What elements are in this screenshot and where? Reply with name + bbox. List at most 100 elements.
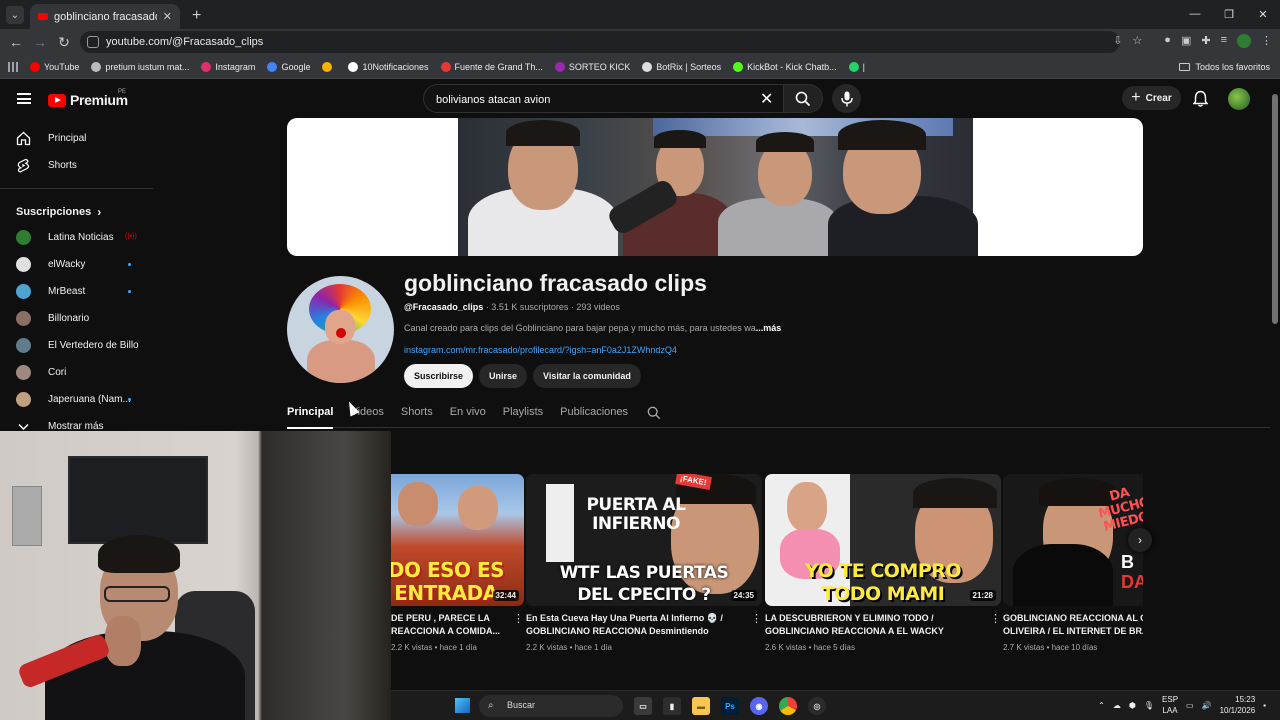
- tab-publicaciones[interactable]: Publicaciones: [560, 400, 628, 428]
- video-card[interactable]: ¡FAKE! PUERTA AL INFIERNO WTF LAS PUERTA…: [526, 474, 762, 652]
- all-favorites[interactable]: Todos los favoritos: [1179, 62, 1270, 72]
- task-view-icon[interactable]: ▭: [634, 697, 652, 715]
- community-button[interactable]: Visitar la comunidad: [533, 364, 641, 388]
- reading-list-icon[interactable]: ≡: [1221, 34, 1227, 48]
- url-bar[interactable]: youtube.com/@Fracasado_clips: [80, 31, 1120, 53]
- video-thumbnail[interactable]: DA MUCHO MIEDO B DA: [1003, 474, 1143, 606]
- bookmark-item[interactable]: BotRix | Sorteos: [642, 61, 721, 72]
- forward-button[interactable]: →: [28, 34, 52, 50]
- sidebar-item-shorts[interactable]: Shorts: [0, 152, 155, 179]
- scrollbar-thumb[interactable]: [1272, 94, 1278, 324]
- shelf-next-button[interactable]: ›: [1128, 528, 1152, 552]
- join-button[interactable]: Unirse: [479, 364, 528, 388]
- close-window-button[interactable]: ✕: [1246, 0, 1280, 28]
- video-title[interactable]: GOBLINCIANO REACCIONA AL CA OLIVEIRA / E…: [1003, 612, 1143, 638]
- photoshop-icon[interactable]: Ps: [721, 697, 739, 715]
- search-input[interactable]: bolivianos atacan avion: [423, 84, 783, 113]
- back-button[interactable]: ←: [4, 34, 28, 50]
- bookmark-item[interactable]: Google: [267, 61, 310, 72]
- channel-description[interactable]: Canal creado para clips del Goblinciano …: [404, 323, 804, 333]
- page-scrollbar[interactable]: [1270, 80, 1280, 690]
- tray-overflow-icon[interactable]: ⌃: [1098, 701, 1105, 710]
- video-thumbnail[interactable]: DO ESO ES ENTRADA 32:44: [391, 474, 524, 606]
- video-thumbnail[interactable]: ¡FAKE! PUERTA AL INFIERNO WTF LAS PUERTA…: [526, 474, 762, 606]
- video-thumbnail[interactable]: YO TE COMPRO TODO MAMI 21:28: [765, 474, 1001, 606]
- sidebar-channel-item[interactable]: Cori: [0, 359, 155, 386]
- tab-playlists[interactable]: Playlists: [503, 400, 543, 428]
- more-options-icon[interactable]: ⋮: [513, 612, 524, 625]
- sidebar-channel-item[interactable]: MrBeast: [0, 278, 155, 305]
- video-card[interactable]: YO TE COMPRO TODO MAMI 21:28 LA DESCUBRI…: [765, 474, 1001, 652]
- taskbar-search[interactable]: ⌕ Buscar: [479, 695, 623, 717]
- voice-search-button[interactable]: [832, 84, 861, 113]
- bookmark-item[interactable]: YouTube: [30, 61, 79, 72]
- bookmark-item[interactable]: Fuente de Grand Th...: [440, 61, 543, 72]
- file-explorer-icon[interactable]: ▬: [692, 697, 710, 715]
- video-card[interactable]: DO ESO ES ENTRADA 32:44 DE PERU , PARECE…: [391, 474, 524, 652]
- sidebar-channel-item[interactable]: elWacky: [0, 251, 155, 278]
- minimize-button[interactable]: —: [1178, 0, 1212, 28]
- notifications-bell-icon[interactable]: [1193, 90, 1208, 107]
- chrome-icon[interactable]: [779, 697, 797, 715]
- more-options-icon[interactable]: ⋮: [751, 612, 762, 625]
- extension-icon[interactable]: ●: [1164, 34, 1171, 48]
- bookmark-item[interactable]: |: [848, 61, 865, 72]
- bookmark-item[interactable]: [322, 61, 336, 72]
- tab-shorts[interactable]: Shorts: [401, 400, 433, 428]
- tray-app-icon[interactable]: ☁: [1113, 701, 1121, 710]
- channel-avatar[interactable]: [287, 276, 394, 383]
- bookmark-item[interactable]: Instagram: [201, 61, 255, 72]
- windows-start-icon[interactable]: [455, 698, 470, 713]
- clear-search-icon[interactable]: ✕: [760, 89, 773, 109]
- tab-search-button[interactable]: ⌄: [6, 6, 24, 24]
- youtube-premium-logo[interactable]: Premium PE: [48, 89, 128, 108]
- bookmark-item[interactable]: KickBot - Kick Chatb...: [733, 61, 837, 72]
- tab-principal[interactable]: Principal: [287, 400, 334, 429]
- sidebar-channel-item[interactable]: Japeruana (Nam...: [0, 386, 155, 413]
- video-card[interactable]: DA MUCHO MIEDO B DA GOBLINCIANO REACCIONA…: [1003, 474, 1143, 652]
- tray-app-2-icon[interactable]: ⬢: [1129, 701, 1136, 710]
- bookmark-item[interactable]: SORTEO KICK: [554, 61, 630, 72]
- video-title[interactable]: LA DESCUBRIERON Y ELIMINO TODO / GOBLINC…: [765, 612, 983, 638]
- channel-search-button[interactable]: [647, 400, 661, 427]
- sidebar-channel-item[interactable]: Latina Noticias ((•)): [0, 224, 155, 251]
- extensions-puzzle-icon[interactable]: ✚: [1201, 34, 1210, 48]
- restore-button[interactable]: ❐: [1212, 0, 1246, 28]
- reload-button[interactable]: ↻: [52, 34, 76, 51]
- clock[interactable]: 15:23 10/1/2026: [1220, 694, 1256, 716]
- more-options-icon[interactable]: ⋮: [990, 612, 1001, 625]
- more-link[interactable]: ...más: [756, 323, 782, 333]
- channel-link[interactable]: instagram.com/mr.fracasado/profilecard/?…: [404, 345, 677, 355]
- volume-icon[interactable]: 🔊: [1202, 701, 1212, 710]
- notification-icon[interactable]: ▪: [1263, 701, 1266, 710]
- menu-hamburger-icon[interactable]: [17, 93, 31, 104]
- sidebar-item-principal[interactable]: Principal: [0, 125, 155, 152]
- create-button[interactable]: + Crear: [1122, 86, 1181, 110]
- browser-menu-icon[interactable]: ⋮: [1261, 34, 1272, 48]
- video-title[interactable]: En Esta Cueva Hay Una Puerta Al Infierno…: [526, 612, 744, 638]
- sidebar-channel-item[interactable]: Billonario: [0, 305, 155, 332]
- new-tab-button[interactable]: +: [192, 7, 201, 25]
- network-icon[interactable]: ▭: [1186, 701, 1194, 710]
- bookmark-star-icon[interactable]: ☆: [1132, 34, 1142, 48]
- search-button[interactable]: [783, 84, 823, 113]
- tab-en-vivo[interactable]: En vivo: [450, 400, 486, 428]
- tray-mic-icon[interactable]: 🎙: [1144, 701, 1154, 710]
- subscriptions-heading[interactable]: Suscripciones ›: [0, 199, 155, 224]
- obs-icon[interactable]: ◎: [808, 697, 826, 715]
- sidebar-channel-item[interactable]: El Vertedero de Billo: [0, 332, 155, 359]
- site-info-icon[interactable]: [87, 36, 99, 48]
- browser-tab[interactable]: goblinciano fracasado clips - Yo ✕: [30, 4, 180, 29]
- app-icon[interactable]: ▮: [663, 697, 681, 715]
- profile-avatar[interactable]: [1237, 34, 1251, 48]
- close-tab-icon[interactable]: ✕: [163, 10, 172, 23]
- language-indicator[interactable]: ESP LAA: [1162, 694, 1178, 716]
- bookmark-item[interactable]: pretium iustum mat...: [91, 61, 189, 72]
- apps-grid-icon[interactable]: [8, 61, 18, 72]
- extension-2-icon[interactable]: ▣: [1181, 34, 1191, 48]
- subscribe-button[interactable]: Suscribirse: [404, 364, 474, 388]
- install-icon[interactable]: ⇩: [1113, 34, 1122, 48]
- discord-icon[interactable]: ◉: [750, 697, 768, 715]
- account-avatar[interactable]: [1228, 88, 1250, 110]
- bookmark-item[interactable]: 10Notificaciones: [348, 61, 429, 72]
